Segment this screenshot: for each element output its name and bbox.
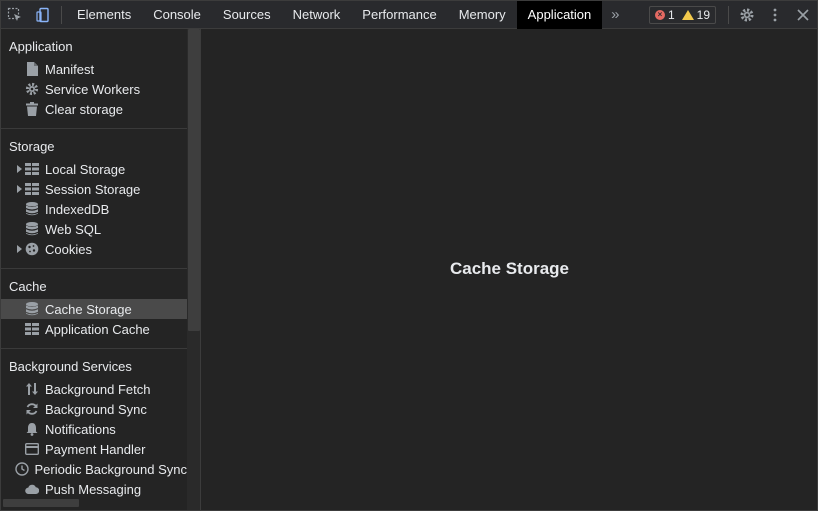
expand-arrow-icon[interactable] xyxy=(13,239,25,259)
sidebar-item-web-sql[interactable]: Web SQL xyxy=(1,219,187,239)
sidebar-item-payment-handler[interactable]: Payment Handler xyxy=(1,439,187,459)
expand-arrow-icon[interactable] xyxy=(13,159,25,179)
table-icon xyxy=(25,162,39,176)
toolbar-divider xyxy=(61,5,62,24)
sidebar-item-label: IndexedDB xyxy=(45,201,110,217)
kebab-menu-icon[interactable] xyxy=(761,1,789,29)
sidebar-item-label: Service Workers xyxy=(45,81,141,97)
cookie-icon xyxy=(25,242,39,256)
warning-icon xyxy=(681,9,694,20)
toolbar-divider-right xyxy=(728,5,729,24)
sidebar-item-background-fetch[interactable]: Background Fetch xyxy=(1,379,187,399)
main-panel: Cache Storage xyxy=(202,29,817,510)
card-icon xyxy=(25,442,39,456)
sidebar-item-service-workers[interactable]: Service Workers xyxy=(1,79,187,99)
sidebar-item-manifest[interactable]: Manifest xyxy=(1,59,187,79)
section-cache: Cache Cache Storage Application Cache xyxy=(1,276,187,349)
tab-memory[interactable]: Memory xyxy=(448,1,517,29)
section-application: Application Manifest Service Workers Cle… xyxy=(1,36,187,129)
bell-icon xyxy=(25,422,39,436)
tab-network[interactable]: Network xyxy=(282,1,352,29)
sidebar-item-cache-storage[interactable]: Cache Storage xyxy=(1,299,187,319)
device-toolbar-icon[interactable] xyxy=(29,1,57,29)
expand-arrow-icon[interactable] xyxy=(13,179,25,199)
cloud-icon xyxy=(25,482,39,496)
sidebar-item-label: Push Messaging xyxy=(45,481,142,497)
sidebar-item-clear-storage[interactable]: Clear storage xyxy=(1,99,187,119)
document-icon xyxy=(25,62,39,76)
warning-count: 19 xyxy=(696,7,710,22)
sidebar-item-session-storage[interactable]: Session Storage xyxy=(1,179,187,199)
database-icon xyxy=(25,302,39,316)
more-tabs-button[interactable]: » xyxy=(602,1,628,29)
section-title: Background Services xyxy=(9,358,132,374)
sidebar-item-label: Session Storage xyxy=(45,181,141,197)
sidebar-item-label: Application Cache xyxy=(45,321,150,337)
issues-counter[interactable]: × 1 19 xyxy=(648,5,716,24)
panel-tabs: Elements Console Sources Network Perform… xyxy=(66,0,603,29)
database-icon xyxy=(25,222,39,236)
sidebar-item-push-messaging[interactable]: Push Messaging xyxy=(1,479,187,499)
sidebar-item-cookies[interactable]: Cookies xyxy=(1,239,187,259)
sidebar-item-application-cache[interactable]: Application Cache xyxy=(1,319,187,339)
devtools-tabbar: Elements Console Sources Network Perform… xyxy=(1,0,817,29)
sidebar-item-label: Payment Handler xyxy=(45,441,146,457)
devtools-window: Elements Console Sources Network Perform… xyxy=(0,0,818,511)
tab-application[interactable]: Application xyxy=(516,0,603,29)
section-storage: Storage Local Storage Session Storage In… xyxy=(1,136,187,269)
sidebar-item-label: Cache Storage xyxy=(45,301,132,317)
sidebar-item-indexeddb[interactable]: IndexedDB xyxy=(1,199,187,219)
trash-icon xyxy=(25,102,39,116)
section-title: Storage xyxy=(9,138,55,154)
section-title: Application xyxy=(9,38,73,54)
page-title: Cache Storage xyxy=(449,259,570,278)
gear-icon xyxy=(25,82,39,96)
inspect-element-icon[interactable] xyxy=(1,1,29,29)
table-icon xyxy=(25,182,39,196)
sidebar-item-label: Local Storage xyxy=(45,161,126,177)
sidebar-scrollbar-thumb[interactable] xyxy=(188,29,200,331)
settings-gear-icon[interactable] xyxy=(733,1,761,29)
sidebar-item-periodic-background-sync[interactable]: Periodic Background Sync xyxy=(1,459,187,479)
tab-console[interactable]: Console xyxy=(142,1,212,29)
error-icon: × xyxy=(654,9,665,20)
sidebar-item-local-storage[interactable]: Local Storage xyxy=(1,159,187,179)
sync-icon xyxy=(25,402,39,416)
section-title: Cache xyxy=(9,278,47,294)
close-icon[interactable] xyxy=(789,1,817,29)
sidebar-item-label: Background Sync xyxy=(45,401,147,417)
sidebar-tree: Application Manifest Service Workers Cle… xyxy=(1,29,187,508)
sidebar-item-label: Periodic Background Sync xyxy=(34,461,187,477)
tab-elements[interactable]: Elements xyxy=(66,1,142,29)
tab-performance[interactable]: Performance xyxy=(351,1,447,29)
sidebar-item-label: Clear storage xyxy=(45,101,124,117)
application-sidebar: Application Manifest Service Workers Cle… xyxy=(1,29,201,510)
sidebar-item-label: Cookies xyxy=(45,241,92,257)
sidebar-item-label: Background Fetch xyxy=(45,381,151,397)
error-count: 1 xyxy=(667,7,675,22)
table-icon xyxy=(25,322,39,336)
sidebar-item-background-sync[interactable]: Background Sync xyxy=(1,399,187,419)
sidebar-item-label: Notifications xyxy=(45,421,116,437)
database-icon xyxy=(25,202,39,216)
clock-icon xyxy=(14,462,29,476)
tab-sources[interactable]: Sources xyxy=(212,1,282,29)
sidebar-item-notifications[interactable]: Notifications xyxy=(1,419,187,439)
sidebar-item-label: Manifest xyxy=(45,61,95,77)
section-background-services: Background Services Background Fetch Bac… xyxy=(1,356,187,508)
sidebar-horizontal-scrollbar[interactable] xyxy=(3,499,79,507)
sidebar-item-label: Web SQL xyxy=(45,221,102,237)
up-down-arrows-icon xyxy=(25,382,39,396)
